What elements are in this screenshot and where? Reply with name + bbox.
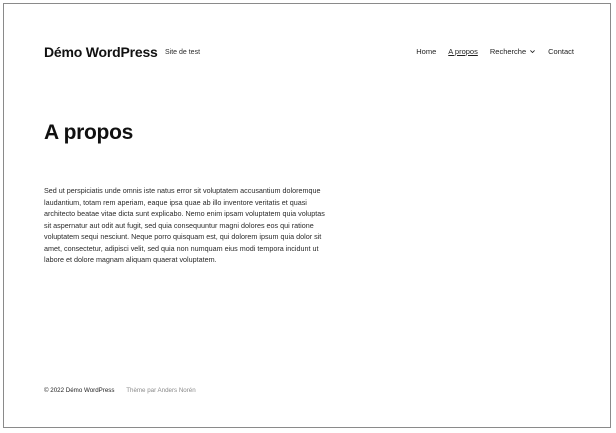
nav-item-search-label: Recherche — [489, 47, 527, 56]
chevron-down-icon — [530, 50, 536, 54]
nav-item-search[interactable]: Recherche — [490, 47, 536, 56]
nav-item-home[interactable]: Home — [416, 47, 436, 56]
site-header: Démo WordPress Site de test Home A propo… — [44, 44, 574, 62]
site-title-link[interactable]: Démo WordPress — [44, 44, 158, 60]
page-content-paragraph: Sed ut perspiciatis unde omnis iste natu… — [44, 186, 325, 264]
site-footer: © 2022 Démo WordPress Thème par Anders N… — [44, 387, 196, 394]
nav-item-about[interactable]: A propos — [448, 47, 478, 56]
footer-theme-credit: Thème par Anders Norén — [126, 387, 196, 394]
page-title: A propos — [44, 121, 133, 144]
site-tagline: Site de test — [165, 49, 201, 56]
primary-navigation: Home A propos Recherche Contact — [416, 47, 574, 56]
browser-page: Démo WordPress Site de test Home A propo… — [3, 3, 611, 428]
footer-copyright: © 2022 Démo WordPress — [44, 387, 115, 394]
nav-item-contact[interactable]: Contact — [548, 47, 574, 56]
